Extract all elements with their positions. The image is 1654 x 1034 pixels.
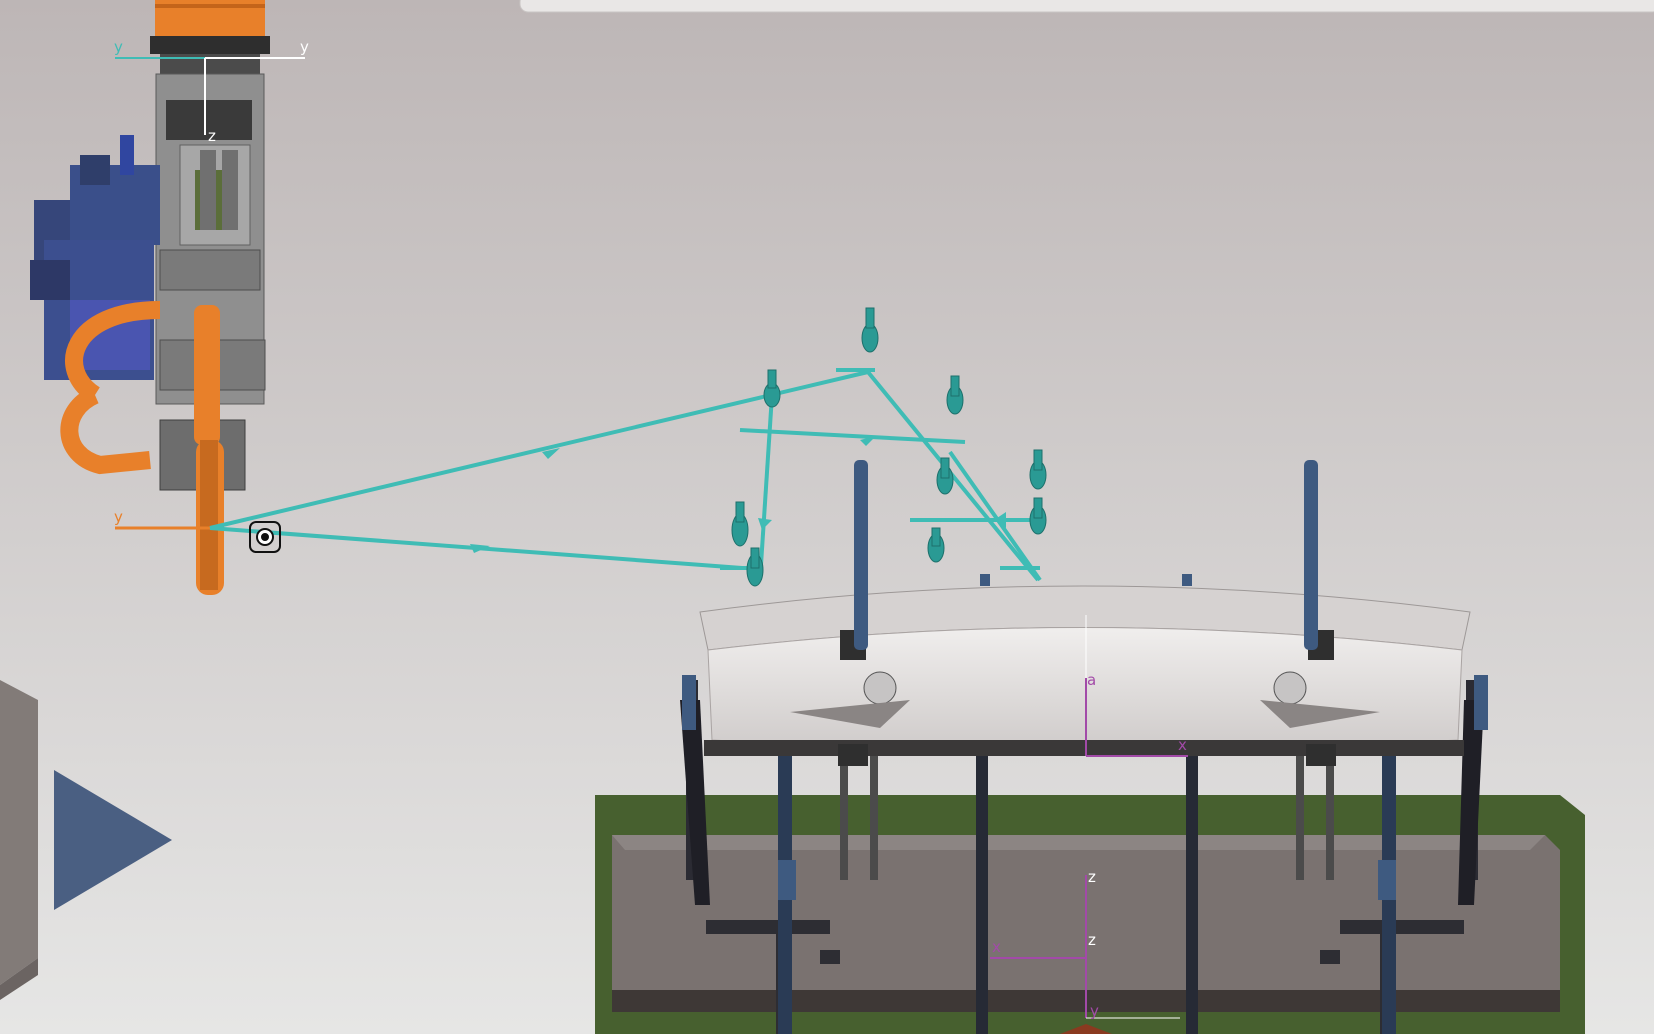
top-frame-down-label: z xyxy=(208,127,216,145)
base-frame-top-label: z xyxy=(1088,868,1096,886)
base-plate xyxy=(595,795,1585,1034)
side-cabinet xyxy=(0,680,38,1000)
base-frame-middle-label: z xyxy=(1088,931,1096,949)
base-frame-left-label: x xyxy=(992,938,1001,956)
base-frame-bottom-label: y xyxy=(1090,1002,1099,1020)
scene-svg[interactable]: y y z y a x z z x y xyxy=(0,0,1654,1034)
fixture-frame-upper-label: a xyxy=(1087,671,1096,689)
overlay-panel-edge xyxy=(519,0,1654,13)
tcp-frame-label: y xyxy=(114,508,123,526)
fixture-frame-right-label: x xyxy=(1178,736,1187,754)
top-frame-right-label: y xyxy=(300,38,309,56)
3d-viewport[interactable]: y y z y a x z z x y xyxy=(0,0,1654,1034)
top-frame-left-label: y xyxy=(114,38,123,56)
